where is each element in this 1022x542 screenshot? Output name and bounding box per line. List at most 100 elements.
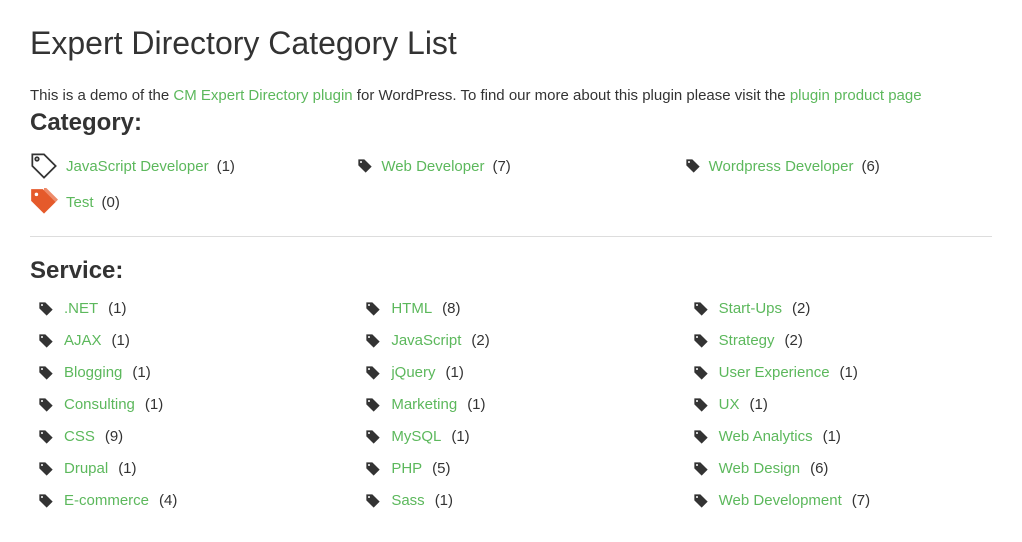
service-link[interactable]: Sass xyxy=(391,492,424,509)
service-link[interactable]: JavaScript xyxy=(391,332,461,349)
service-count: (8) xyxy=(442,300,460,317)
service-heading: Service: xyxy=(30,257,992,285)
service-link[interactable]: .NET xyxy=(64,300,98,317)
service-count: (1) xyxy=(145,396,163,413)
category-heading: Category: xyxy=(30,109,992,137)
service-link[interactable]: PHP xyxy=(391,460,422,477)
service-item: Consulting (1) xyxy=(30,396,337,413)
intro-prefix: This is a demo of the xyxy=(30,87,173,104)
tag-icon xyxy=(365,365,381,381)
service-link[interactable]: Web Design xyxy=(719,460,800,477)
tag-icon xyxy=(38,333,54,349)
category-item: Test (0) xyxy=(30,188,337,216)
tag-icon xyxy=(38,397,54,413)
service-count: (2) xyxy=(471,332,489,349)
tag-icon xyxy=(693,333,709,349)
service-count: (9) xyxy=(105,428,123,445)
category-link[interactable]: JavaScript Developer xyxy=(66,158,209,175)
category-grid: JavaScript Developer (1) Web Developer (7)… xyxy=(30,152,992,216)
service-count: (4) xyxy=(159,492,177,509)
page-title: Expert Directory Category List xyxy=(30,25,992,62)
service-item: Marketing (1) xyxy=(357,396,664,413)
category-link[interactable]: Test xyxy=(66,194,94,211)
category-count: (1) xyxy=(217,158,235,175)
category-link[interactable]: Web Developer xyxy=(381,158,484,175)
category-item: JavaScript Developer (1) xyxy=(30,152,337,180)
tag-icon xyxy=(693,493,709,509)
service-link[interactable]: AJAX xyxy=(64,332,102,349)
category-section: Category: JavaScript Developer (1) Web De… xyxy=(30,109,992,216)
tag-icon xyxy=(693,429,709,445)
service-item: Sass (1) xyxy=(357,492,664,509)
section-divider xyxy=(30,236,992,237)
service-item: PHP (5) xyxy=(357,460,664,477)
service-count: (1) xyxy=(132,364,150,381)
service-item: UX (1) xyxy=(685,396,992,413)
service-link[interactable]: Consulting xyxy=(64,396,135,413)
tag-outline-icon xyxy=(30,152,58,180)
service-count: (1) xyxy=(112,332,130,349)
service-link[interactable]: Web Analytics xyxy=(719,428,813,445)
category-count: (6) xyxy=(861,158,879,175)
service-item: JavaScript (2) xyxy=(357,332,664,349)
service-link[interactable]: HTML xyxy=(391,300,432,317)
service-link[interactable]: Marketing xyxy=(391,396,457,413)
service-link[interactable]: CSS xyxy=(64,428,95,445)
service-item: Blogging (1) xyxy=(30,364,337,381)
service-item: Web Analytics (1) xyxy=(685,428,992,445)
service-count: (1) xyxy=(467,396,485,413)
service-count: (1) xyxy=(840,364,858,381)
service-grid: .NET(1) HTML(8) Start-Ups(2) AJAX(1) Jav… xyxy=(30,300,992,509)
service-item: Drupal (1) xyxy=(30,460,337,477)
tag-icon xyxy=(365,333,381,349)
service-count: (1) xyxy=(451,428,469,445)
service-item: User Experience (1) xyxy=(685,364,992,381)
tag-icon xyxy=(685,158,701,174)
tag-icon xyxy=(38,429,54,445)
service-item: .NET (1) xyxy=(30,300,337,317)
service-link[interactable]: Start-Ups xyxy=(719,300,782,317)
service-link[interactable]: Web Development xyxy=(719,492,842,509)
service-item: E-commerce (4) xyxy=(30,492,337,509)
service-section: Service: .NET(1) HTML(8) Start-Ups(2) AJ… xyxy=(30,257,992,509)
category-count: (0) xyxy=(102,194,120,211)
service-count: (2) xyxy=(785,332,803,349)
service-count: (1) xyxy=(435,492,453,509)
service-item: jQuery(1) xyxy=(357,364,664,381)
service-count: (6) xyxy=(810,460,828,477)
intro-middle: for WordPress. To find our more about th… xyxy=(353,87,790,104)
service-link[interactable]: Drupal xyxy=(64,460,108,477)
service-item: Web Development (7) xyxy=(685,492,992,509)
service-count: (5) xyxy=(432,460,450,477)
intro-paragraph: This is a demo of the CM Expert Director… xyxy=(30,87,992,104)
category-link[interactable]: Wordpress Developer xyxy=(709,158,854,175)
service-link[interactable]: Strategy xyxy=(719,332,775,349)
service-item: Web Design (6) xyxy=(685,460,992,477)
service-item: MySQL (1) xyxy=(357,428,664,445)
service-count: (1) xyxy=(118,460,136,477)
tag-icon xyxy=(38,301,54,317)
service-link[interactable]: E-commerce xyxy=(64,492,149,509)
tag-icon xyxy=(693,461,709,477)
service-link[interactable]: Blogging xyxy=(64,364,122,381)
category-count: (7) xyxy=(492,158,510,175)
service-count: (1) xyxy=(823,428,841,445)
tag-icon xyxy=(693,365,709,381)
service-item: AJAX (1) xyxy=(30,332,337,349)
service-link[interactable]: UX xyxy=(719,396,740,413)
service-link[interactable]: jQuery xyxy=(391,364,435,381)
tag-orange-icon xyxy=(30,188,58,216)
service-count: (1) xyxy=(750,396,768,413)
service-count: (2) xyxy=(792,300,810,317)
tag-icon xyxy=(365,397,381,413)
service-link[interactable]: User Experience xyxy=(719,364,830,381)
service-count: (7) xyxy=(852,492,870,509)
plugin-link[interactable]: CM Expert Directory plugin xyxy=(173,87,352,104)
tag-icon xyxy=(365,429,381,445)
tag-icon xyxy=(365,493,381,509)
product-page-link[interactable]: plugin product page xyxy=(790,87,922,104)
service-count: (1) xyxy=(108,300,126,317)
tag-icon xyxy=(693,397,709,413)
service-item: HTML (8) xyxy=(357,300,664,317)
service-link[interactable]: MySQL xyxy=(391,428,441,445)
